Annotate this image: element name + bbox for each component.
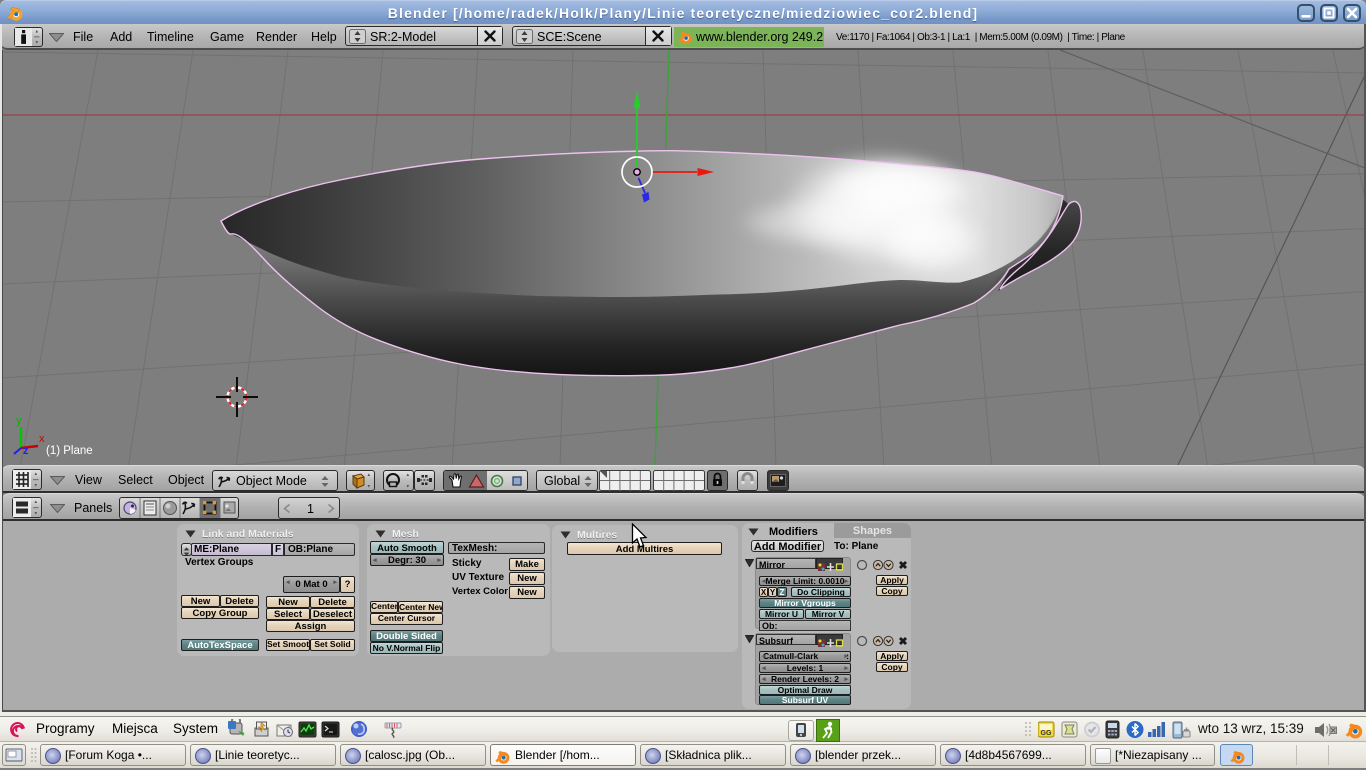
svg-text:(1) Plane: (1) Plane	[46, 445, 93, 457]
svg-text:GG: GG	[1041, 730, 1052, 737]
svg-text:z: z	[23, 445, 29, 457]
svg-text:x: x	[39, 433, 45, 445]
svg-text:y: y	[16, 415, 22, 427]
